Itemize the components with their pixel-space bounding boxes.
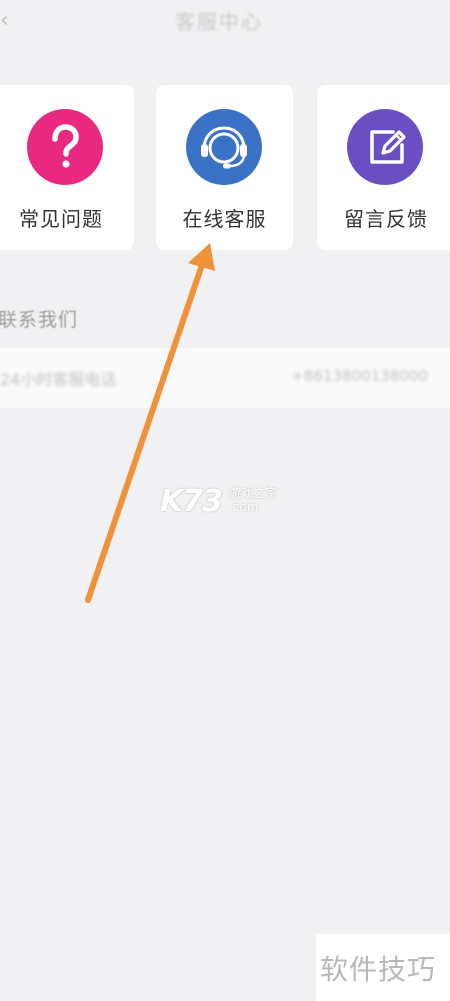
brand-box: 软件技巧: [316, 934, 450, 1001]
feedback-label: 留言反馈: [344, 207, 428, 231]
faq-card[interactable]: 常见问题: [0, 85, 134, 250]
watermark-cn: 游戏之家: [229, 486, 278, 500]
top-bar: ‹ 客服中心: [0, 0, 450, 60]
feedback-card[interactable]: 留言反馈: [317, 85, 450, 250]
chevron-left-icon: ‹: [0, 8, 9, 33]
contact-phone-value: +8613800138000: [291, 367, 428, 385]
online-service-card[interactable]: 在线客服: [156, 85, 293, 250]
contact-phone-row[interactable]: 24小时客服电话 +8613800138000: [0, 348, 450, 408]
watermark-com: .com: [229, 500, 259, 514]
faq-label: 常见问题: [19, 207, 103, 231]
question-mark-icon: [27, 109, 103, 185]
page-title: 客服中心: [175, 10, 263, 34]
edit-note-icon: [347, 109, 423, 185]
brand-text: 软件技巧: [320, 953, 437, 986]
headset-agent-icon: [186, 109, 262, 185]
watermark-logo: K73: [160, 484, 223, 519]
contact-section-title: 联系我们: [0, 309, 79, 331]
online-service-label: 在线客服: [182, 207, 267, 231]
arrow-shaft: [85, 259, 206, 603]
k73-watermark: K73 游戏之家 .com: [160, 480, 300, 524]
back-button[interactable]: ‹: [0, 10, 22, 32]
contact-phone-label: 24小时客服电话: [0, 370, 117, 389]
